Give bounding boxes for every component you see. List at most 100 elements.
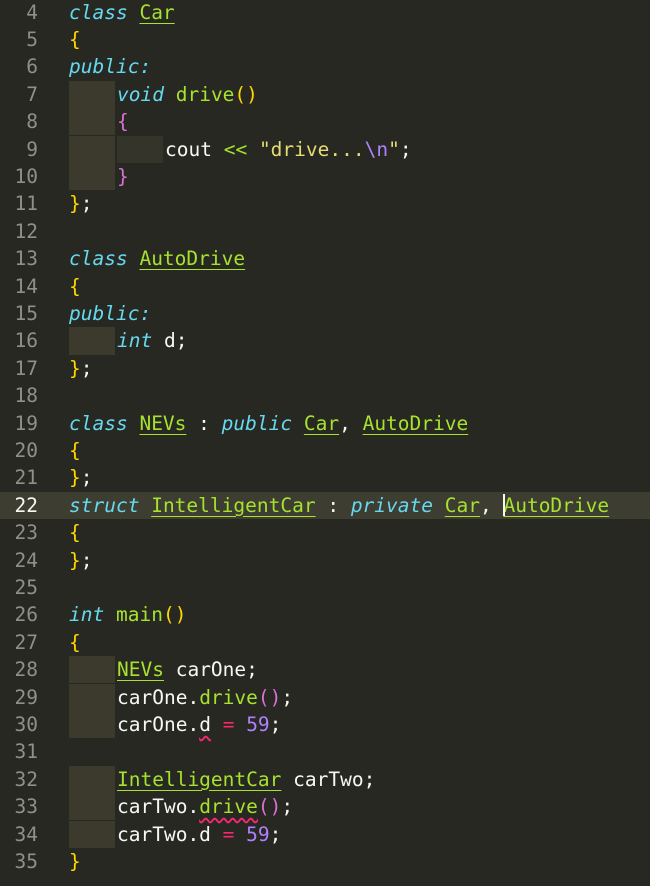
type-token: IntelligentCar: [117, 767, 282, 791]
code-line-23[interactable]: 23 {: [0, 519, 650, 546]
punctuation-token: ;: [80, 356, 93, 380]
brace-token: {: [69, 27, 81, 51]
line-number: 19: [14, 411, 38, 435]
code-line-25[interactable]: 25: [0, 574, 650, 601]
code-line-5[interactable]: 5{: [0, 26, 650, 53]
line-number: 31: [14, 740, 38, 764]
code-content: };: [69, 355, 93, 382]
code-line-32[interactable]: 32 IntelligentCar carTwo;: [0, 765, 650, 794]
code-line-14[interactable]: 14 {: [0, 273, 650, 300]
keyword-token: public: [221, 411, 293, 435]
line-number: 4: [26, 0, 38, 24]
punctuation-token: ;: [80, 466, 93, 490]
code-content: struct IntelligentCar : private Car, Aut…: [69, 492, 609, 519]
punctuation-token: ;: [281, 685, 294, 709]
code-line-10[interactable]: 10}: [0, 162, 650, 191]
code-line-16[interactable]: 16 int d;: [0, 327, 650, 355]
code-line-28[interactable]: 28 NEVs carOne;: [0, 656, 650, 684]
line-number: 13: [14, 247, 38, 271]
keyword-token: struct: [69, 493, 140, 517]
keyword-token: class: [69, 0, 128, 24]
code-line-17[interactable]: 17};: [0, 355, 650, 382]
punctuation-token: ;: [269, 712, 282, 736]
code-line-22[interactable]: 22 struct IntelligentCar : private Car, A…: [0, 491, 650, 520]
code-line-8[interactable]: 8{: [0, 108, 650, 136]
string-token: "drive...: [258, 137, 365, 161]
code-line-15[interactable]: 15 public:: [0, 300, 650, 327]
code-text: :: [186, 411, 222, 435]
code-line-13[interactable]: 13 class AutoDrive: [0, 245, 650, 272]
code-content: };: [69, 464, 93, 491]
line-number: 27: [14, 630, 38, 654]
code-editor[interactable]: 4 class Car 5{6 public: 7 void drive() 8{9 cout…: [0, 0, 650, 886]
line-number: 28: [14, 658, 38, 682]
code-content: int main(): [69, 601, 186, 628]
indent-guide: [69, 108, 115, 136]
code-content: };: [69, 190, 93, 217]
brace-token: {: [69, 274, 81, 298]
code-line-33[interactable]: 33 carTwo.drive();: [0, 793, 650, 821]
keyword-token: private: [350, 493, 433, 517]
code-line-24[interactable]: 24};: [0, 547, 650, 574]
code-line-7[interactable]: 7 void drive(): [0, 80, 650, 109]
code-line-4[interactable]: 4 class Car: [0, 0, 650, 26]
code-line-20[interactable]: 20 {: [0, 437, 650, 464]
line-number: 30: [14, 712, 38, 736]
code-line-27[interactable]: 27 {: [0, 629, 650, 656]
code-line-11[interactable]: 11};: [0, 190, 650, 217]
code-line-9[interactable]: 9 cout << "drive...\n";: [0, 135, 650, 163]
brace-token: (): [162, 603, 187, 627]
punctuation-token: ;: [80, 548, 93, 572]
code-line-29[interactable]: 29 carOne.drive();: [0, 683, 650, 711]
paren-token: (): [257, 795, 282, 819]
code-line-35[interactable]: 35}: [0, 848, 650, 875]
code-line-6[interactable]: 6 public:: [0, 53, 650, 80]
line-number: 34: [14, 822, 38, 846]
function-token: main: [115, 603, 163, 627]
function-token: <<: [223, 137, 248, 161]
number-token: 59: [246, 822, 270, 846]
indent-guide: [69, 765, 115, 794]
brace-token: }: [69, 548, 81, 572]
code-line-18[interactable]: 18: [0, 382, 650, 409]
indent-guide: [69, 793, 115, 821]
line-number: 14: [14, 274, 38, 298]
code-content: carOne.d = 59;: [117, 711, 281, 738]
code-text: carTwo.: [117, 795, 200, 819]
punctuation-token: ;: [246, 658, 258, 682]
code-line-12[interactable]: 12: [0, 218, 650, 245]
punctuation-token: ;: [281, 795, 294, 819]
line-number: 32: [14, 767, 38, 791]
code-line-34[interactable]: 34 carTwo.d = 59;: [0, 820, 650, 848]
code-line-21[interactable]: 21};: [0, 464, 650, 491]
brace-token: }: [69, 466, 81, 490]
line-number: 11: [14, 192, 38, 216]
code-line-30[interactable]: 30 carOne.d = 59;: [0, 710, 650, 739]
code-line-31[interactable]: 31: [0, 738, 650, 765]
line-number: 18: [14, 384, 38, 408]
code-content: class NEVs : public Car, AutoDrive: [69, 410, 468, 437]
code-content: NEVs carOne;: [117, 656, 258, 683]
keyword-token: class: [69, 247, 128, 271]
type-token: Car: [444, 493, 480, 517]
code-content: }: [69, 848, 81, 875]
operator-token: =: [222, 712, 235, 736]
code-line-19[interactable]: 19 class NEVs : public Car, AutoDrive: [0, 410, 650, 437]
code-content: class Car: [69, 0, 175, 26]
type-token: NEVs: [139, 411, 187, 435]
line-number: 25: [14, 575, 38, 599]
code-line-26[interactable]: 26 int main(): [0, 601, 650, 628]
code-text: carTwo: [281, 767, 364, 791]
line-number: 16: [14, 329, 38, 353]
line-number: 21: [14, 466, 38, 490]
line-number: 23: [14, 521, 38, 545]
line-number: 20: [14, 438, 38, 462]
